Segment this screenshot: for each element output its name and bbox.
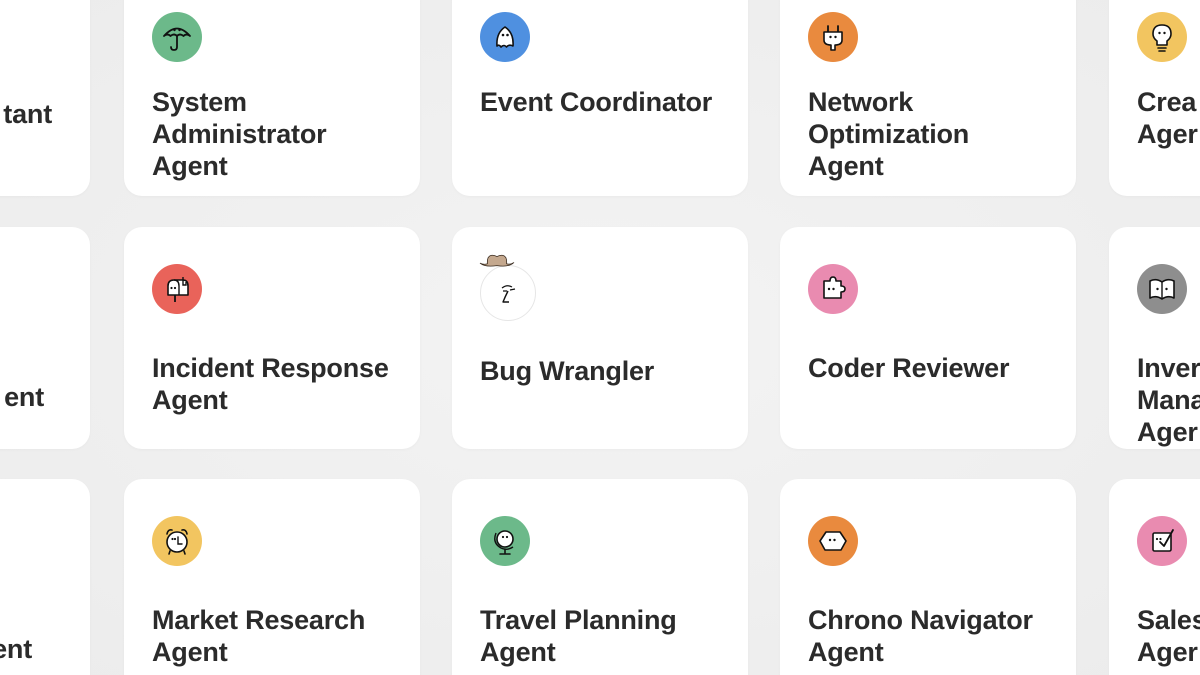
globe-icon — [480, 516, 530, 566]
hexagon-icon — [808, 516, 858, 566]
agent-card-network-optimization[interactable]: Network Optimization Agent — [780, 0, 1076, 196]
ghost-icon — [480, 12, 530, 62]
lightbulb-icon — [1137, 12, 1187, 62]
agent-card-title: System Administrator Agent — [152, 87, 327, 181]
agent-card-title: Coder Reviewer — [808, 353, 1010, 383]
agent-card-title: Event Coordinator — [480, 87, 713, 117]
agent-card-chrono-navigator[interactable]: Chrono Navigator Agent — [780, 479, 1076, 675]
agent-card-title: Incident Response Agent — [152, 353, 389, 415]
agent-card-title: Sales Ager — [1137, 605, 1200, 667]
agent-card-bug-wrangler[interactable]: Bug Wrangler — [452, 227, 748, 449]
agent-card-title: Chrono Navigator Agent — [808, 605, 1033, 667]
plug-icon — [808, 12, 858, 62]
agent-card-title: Inver Mana Ager — [1137, 353, 1200, 447]
agent-card-system-administrator[interactable]: System Administrator Agent — [124, 0, 420, 196]
puzzle-icon — [808, 264, 858, 314]
agent-card-title: Crea Ager — [1137, 87, 1198, 149]
agent-card-partial-left[interactable]: ent — [0, 227, 90, 449]
agent-card-title: ent — [0, 634, 32, 664]
agent-card-title: Bug Wrangler — [480, 356, 655, 386]
agent-card-coder-reviewer[interactable]: Coder Reviewer — [780, 227, 1076, 449]
agent-card-event-coordinator[interactable]: Event Coordinator — [452, 0, 748, 196]
alarm-clock-icon — [152, 516, 202, 566]
agent-card-partial-left[interactable]: ent — [0, 479, 90, 675]
agent-card-market-research[interactable]: Market Research Agent — [124, 479, 420, 675]
agent-card-title: Travel Planning Agent — [480, 605, 677, 667]
umbrella-icon — [152, 12, 202, 62]
agent-card-title: Network Optimization Agent — [808, 87, 970, 181]
mailbox-icon — [152, 264, 202, 314]
agent-card-incident-response[interactable]: Incident Response Agent — [124, 227, 420, 449]
agent-gallery: tant System Administrator Agent Event Co… — [0, 0, 1200, 675]
agent-card-partial-right[interactable]: Crea Ager — [1109, 0, 1200, 196]
agent-card-title: Market Research Agent — [152, 605, 366, 667]
checkbox-icon — [1137, 516, 1187, 566]
agent-card-title: ent — [4, 382, 44, 412]
agent-card-title: tant — [3, 99, 52, 129]
agent-card-partial-right[interactable]: Sales Ager — [1109, 479, 1200, 675]
agent-card-partial-left[interactable]: tant — [0, 0, 90, 196]
book-icon — [1137, 264, 1187, 314]
cowboy-hat-icon — [479, 254, 515, 267]
agent-card-partial-right[interactable]: Inver Mana Ager — [1109, 227, 1200, 449]
agent-card-travel-planning[interactable]: Travel Planning Agent — [452, 479, 748, 675]
cowboy-face-icon — [479, 254, 536, 321]
